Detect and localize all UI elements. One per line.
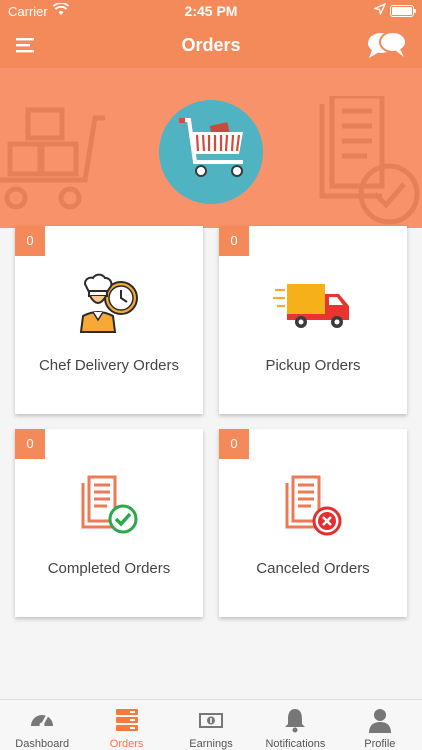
receipt-check-icon xyxy=(81,475,138,534)
order-count-badge: 0 xyxy=(219,226,249,256)
tab-profile[interactable]: Profile xyxy=(338,700,422,750)
hand-truck-boxes-icon xyxy=(0,107,105,210)
location-arrow-icon xyxy=(374,3,386,15)
tab-label: Orders xyxy=(109,738,144,750)
order-count-badge: 0 xyxy=(219,429,249,459)
header: Orders xyxy=(0,22,422,68)
canceled-orders-card[interactable]: 0 Canceled Orders xyxy=(219,429,407,617)
tab-label: Profile xyxy=(364,738,396,750)
shopping-cart-icon xyxy=(179,118,243,177)
tab-label: Earnings xyxy=(189,738,233,750)
tab-bar: Dashboard Orders Earnings Notifications xyxy=(0,699,422,750)
status-bar: Carrier 2:45 PM xyxy=(0,0,422,22)
order-count-badge: 0 xyxy=(15,226,45,256)
money-icon xyxy=(199,713,224,728)
card-label: Canceled Orders xyxy=(256,560,370,577)
battery-icon xyxy=(390,5,416,17)
completed-orders-card[interactable]: 0 Completed Orders xyxy=(15,429,203,617)
order-count-badge: 0 xyxy=(15,429,45,459)
tab-notifications[interactable]: Notifications xyxy=(253,700,337,750)
card-label: Pickup Orders xyxy=(265,357,361,374)
bell-icon xyxy=(285,709,306,733)
shopping-cart-badge xyxy=(159,100,263,204)
receipt-check-watermark-icon xyxy=(319,96,420,225)
card-label: Chef Delivery Orders xyxy=(38,357,180,374)
tab-orders[interactable]: Orders xyxy=(84,700,168,750)
chef-clock-icon xyxy=(79,273,138,333)
delivery-truck-icon xyxy=(273,284,349,328)
tab-earnings[interactable]: Earnings xyxy=(169,700,253,750)
receipt-cancel-icon xyxy=(285,475,342,536)
page-title: Orders xyxy=(181,35,241,55)
tab-label: Dashboard xyxy=(15,738,70,750)
card-label: Completed Orders xyxy=(47,560,171,577)
tab-dashboard[interactable]: Dashboard xyxy=(0,700,84,750)
chef-delivery-orders-card[interactable]: 0 Chef Delivery Orders xyxy=(15,226,203,414)
pickup-orders-card[interactable]: 0 Pickup Orders xyxy=(219,226,407,414)
chat-icon[interactable] xyxy=(366,30,408,60)
tab-label: Notifications xyxy=(265,738,326,750)
speedometer-icon xyxy=(31,715,54,728)
orders-stack-icon xyxy=(115,709,138,731)
user-icon xyxy=(368,709,391,733)
clock: 2:45 PM xyxy=(184,3,238,19)
hero-banner xyxy=(0,68,422,228)
